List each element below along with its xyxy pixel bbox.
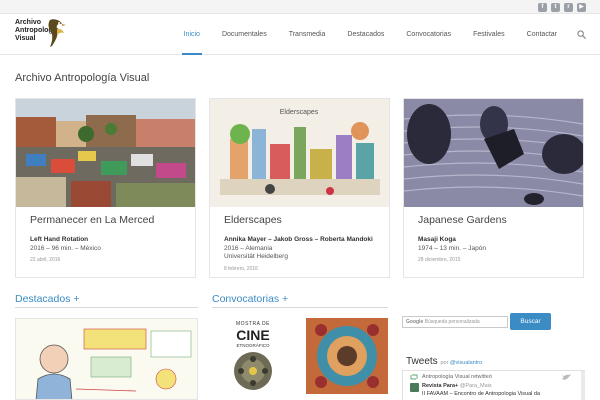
- card-title[interactable]: Elderscapes: [224, 214, 282, 226]
- search-input[interactable]: Google Búsqueda personalizada: [402, 316, 508, 328]
- card-meta: Masaji Koga 1974 – 13 min. – Japón 28 di…: [418, 236, 578, 265]
- destacados-divider: [15, 307, 198, 308]
- nav-destacados[interactable]: Destacados: [347, 15, 384, 55]
- retweet-text: Antropología Visual retwitteó: [422, 374, 492, 380]
- mostra-cine-poster[interactable]: MOSTRA DE CINE ETNOGRÁFICO: [212, 318, 292, 400]
- youtube-icon[interactable]: ▶: [577, 3, 586, 12]
- search-icon[interactable]: [577, 15, 586, 55]
- card-info: 2016 – 96 min. – México: [30, 244, 101, 252]
- card-extra: Universität Heidelberg: [224, 253, 288, 260]
- card-elderscapes[interactable]: Elderscapes Elderscapes Annika Mayer – J…: [209, 98, 390, 278]
- card-japanese-gardens[interactable]: Japanese Gardens Masaji Koga 1974 – 13 m…: [403, 98, 584, 278]
- bird-logo-icon: [48, 19, 66, 47]
- nav-transmedia[interactable]: Transmedia: [289, 15, 326, 55]
- card-title[interactable]: Permanecer en La Merced: [30, 214, 154, 226]
- rss-icon[interactable]: r: [564, 3, 573, 12]
- card-date: 22 abril, 2016: [30, 257, 61, 263]
- destacados-heading[interactable]: Destacados +: [15, 293, 80, 305]
- social-icons: f t r ▶: [538, 3, 586, 12]
- convocatoria-photo[interactable]: [306, 318, 388, 394]
- site-header: Archivo Antropología Visual Inicio Docum…: [0, 15, 600, 55]
- tweets-handle[interactable]: @visualantro: [450, 360, 482, 366]
- twitter-icon[interactable]: t: [551, 3, 560, 12]
- card-info: 1974 – 13 min. – Japón: [418, 244, 486, 252]
- zen-garden-photo[interactable]: [404, 99, 583, 207]
- card-author: Annika Mayer – Jakob Gross – Roberta Man…: [224, 236, 373, 243]
- timeline-scrollbar[interactable]: [581, 371, 585, 400]
- tweets-title: Tweets: [406, 356, 438, 367]
- card-permanecer[interactable]: Permanecer en La Merced Left Hand Rotati…: [15, 98, 196, 278]
- convocatorias-heading[interactable]: Convocatorias +: [212, 293, 288, 305]
- tweets-by-label: por: [440, 360, 449, 366]
- avatar[interactable]: [410, 383, 419, 392]
- page-title: Archivo Antropología Visual: [15, 72, 150, 84]
- nav-documentales[interactable]: Documentales: [222, 15, 267, 55]
- card-title[interactable]: Japanese Gardens: [418, 214, 507, 226]
- tweet-author[interactable]: Revista Para+: [422, 383, 458, 389]
- elderscapes-illustration[interactable]: Elderscapes: [210, 99, 389, 207]
- tweet-header: Revista Para+ @Para_Mais: [422, 383, 492, 390]
- search-placeholder: Búsqueda personalizada: [424, 319, 480, 325]
- card-author: Masaji Koga: [418, 236, 456, 243]
- card-date: 28 diciembre, 2015: [418, 257, 461, 263]
- tweets-heading: Tweets por @visualantro: [406, 356, 482, 367]
- destacados-thumbnail[interactable]: [15, 318, 198, 400]
- nav-contactar[interactable]: Contactar: [527, 15, 557, 55]
- tweet-timeline[interactable]: Antropología Visual retwitteó Revista Pa…: [402, 370, 585, 400]
- nav-inicio[interactable]: Inicio: [181, 15, 203, 55]
- google-label: Google: [406, 319, 424, 325]
- facebook-icon[interactable]: f: [538, 3, 547, 12]
- twitter-bird-icon: [562, 374, 571, 380]
- card-date: 8 febrero, 2016: [224, 265, 258, 272]
- tweets-by: por @visualantro: [440, 360, 482, 366]
- poster-line-2: CINE: [236, 327, 270, 343]
- search-button[interactable]: Buscar: [510, 313, 551, 330]
- film-reel-icon: [234, 352, 272, 390]
- retweet-icon: [410, 374, 418, 380]
- poster-line-3: ETNOGRÁFICO: [236, 343, 270, 348]
- market-photo[interactable]: [16, 99, 195, 207]
- tweet-text: II FAVAAM – Encontro de Antropologia Vis…: [422, 391, 541, 397]
- card-info: 2016 – Alemania: [224, 244, 273, 252]
- main-nav: Inicio Documentales Transmedia Destacado…: [162, 15, 586, 55]
- nav-convocatorias[interactable]: Convocatorias: [406, 15, 451, 55]
- card-meta: Left Hand Rotation 2016 – 96 min. – Méxi…: [30, 236, 190, 265]
- card-author: Left Hand Rotation: [30, 236, 89, 243]
- convocatorias-divider: [212, 307, 388, 308]
- tweet-handle[interactable]: @Para_Mais: [460, 383, 492, 389]
- top-bar: f t r ▶: [0, 0, 600, 14]
- illustration-label: Elderscapes: [280, 109, 319, 116]
- card-meta: Annika Mayer – Jakob Gross – Roberta Man…: [224, 236, 384, 273]
- nav-festivales[interactable]: Festivales: [473, 15, 505, 55]
